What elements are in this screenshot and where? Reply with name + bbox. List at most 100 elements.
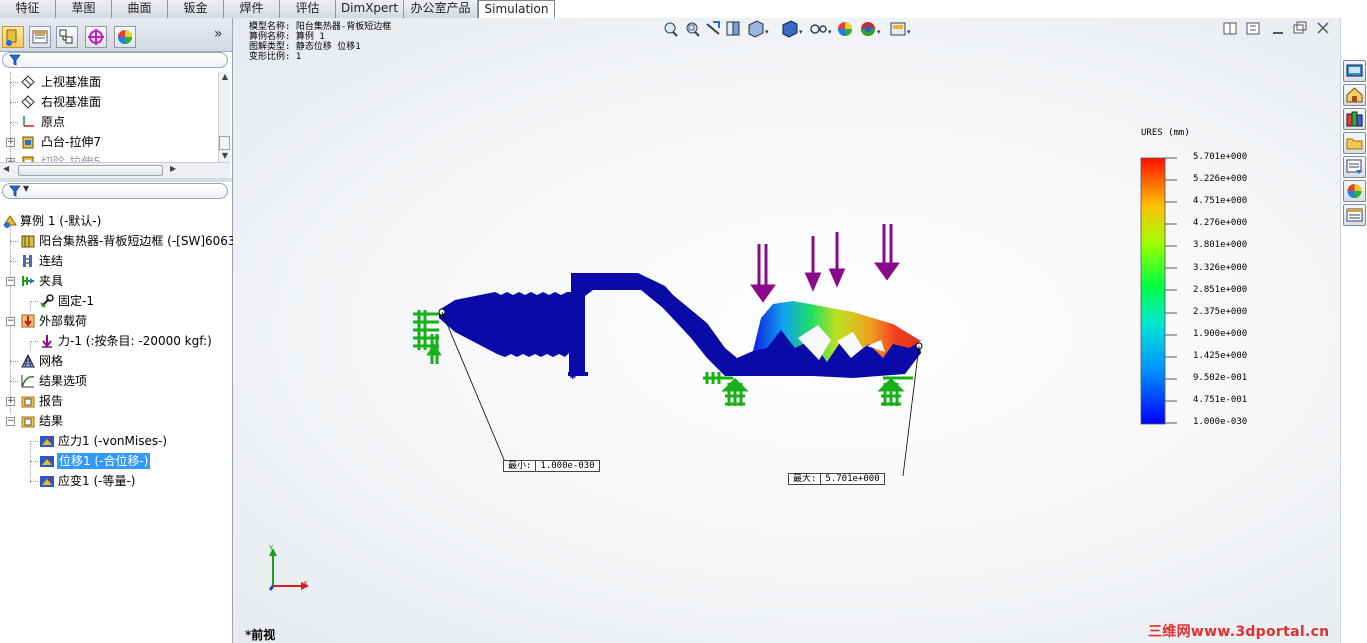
legend-title: URES (mm) [1141,128,1190,138]
tree-item-part[interactable]: 阳台集热器-背板短边框 (-[SW]6063 [0,231,236,251]
tree-item-strain-1[interactable]: ε 应变1 (-等量-) [0,471,232,491]
appearances-icon [1347,184,1362,198]
fixtures-bottom [703,372,913,406]
pane-toolbar: » [0,18,232,52]
dimxpert-manager-tab-button[interactable] [85,26,107,48]
part-icon [21,235,35,248]
watermark-text: 三维网www.3dportal.cn [1148,624,1330,640]
tab-5[interactable]: 评估 [280,0,336,18]
tree-item-results[interactable]: − 结果 [0,411,232,431]
design-library-button[interactable] [1343,84,1366,106]
tree-label: 阳台集热器-背板短边框 (-[SW]6063 [39,234,236,248]
tree-label: 原点 [41,115,66,129]
min-value: 1.000e-030 [540,461,595,471]
max-value: 5.701e+000 [825,474,880,484]
boss-extrude-icon [20,134,36,150]
tree-filter-bar-bottom[interactable]: ▼ [2,183,228,199]
display-manager-tab-button[interactable] [114,26,136,48]
tree-vertical-scrollbar[interactable]: ▲ ▼ [218,72,230,162]
legend-value: 5.226e+000 [1193,174,1248,185]
legend-ticks [1165,157,1177,424]
tree-top-item[interactable]: 右视基准面 [0,92,218,112]
tree-item-stress-1[interactable]: σ 应力1 (-vonMises-) [0,431,232,451]
collapse-toggle-icon[interactable]: − [6,277,15,286]
tab-2[interactable]: 曲面 [112,0,168,18]
expand-pane-chevron-icon[interactable]: » [214,26,223,42]
results-folder-icon [21,416,35,428]
configuration-manager-tab-button[interactable] [56,26,78,48]
tree-label: 算例 1 (-默认-) [20,214,102,228]
graphics-viewport[interactable]: 模型名称: 阳台集热器-背板短边框 算例名称: 算例 1 图解类型: 静态位移 … [233,18,1340,643]
legend-value: 3.801e+000 [1193,240,1248,251]
tab-7[interactable]: 办公室产品 [404,0,478,18]
tree-horizontal-scrollbar[interactable]: ◀ ▶ [0,162,230,178]
load-arrows [750,224,900,303]
svg-text:u: u [48,455,52,463]
property-manager-icon [32,30,48,44]
plane-icon [20,94,36,110]
max-label: 最大: [789,474,822,484]
custom-properties-button[interactable] [1343,204,1366,226]
min-label: 最小: [504,461,537,471]
pane-splitter[interactable] [0,178,232,182]
legend-value: 4.276e+000 [1193,218,1248,229]
tree-top-item[interactable]: + 凸台-拉伸7 [0,132,218,152]
tab-6[interactable]: DimXpert [336,0,404,18]
tree-item-report[interactable]: + 报告 [0,391,232,411]
tree-item-fixture-1[interactable]: 固定-1 [0,291,232,311]
min-value-tag[interactable]: 最小: 1.000e-030 [503,460,600,472]
tree-label: 夹具 [39,274,64,288]
view-palette-button[interactable] [1343,156,1366,178]
tree-top-item[interactable]: 原点 [0,112,218,132]
tab-8[interactable]: Simulation [478,0,555,19]
tab-3[interactable]: 钣金 [168,0,224,18]
configuration-icon [59,29,73,44]
fea-plot-canvas: ✱ [268,157,1177,591]
tab-4[interactable]: 焊件 [224,0,280,18]
appearances-button[interactable] [1343,180,1366,202]
external-loads-icon [21,314,35,328]
library-icon [1346,111,1363,127]
tree-item-mesh[interactable]: 网格 [0,351,232,371]
sw-resources-button[interactable] [1343,60,1366,82]
tree-item-study[interactable]: 算例 1 (-默认-) [0,211,232,231]
collapse-toggle-icon[interactable]: − [6,417,15,426]
tree-label: 上视基准面 [41,75,102,89]
custom-properties-icon [1346,208,1363,222]
file-explorer-button[interactable] [1343,108,1366,130]
tree-item-fixtures[interactable]: − 夹具 [0,271,232,291]
tree-label: 结果 [39,414,64,428]
max-value-tag[interactable]: 最大: 5.701e+000 [788,473,885,485]
tree-item-force-1[interactable]: 力-1 (:按条目: -20000 kgf:) [0,331,232,351]
legend-color-bar [1140,157,1166,425]
fixtures-icon [22,276,34,286]
svg-text:ε: ε [48,475,52,483]
feature-tree-icon [6,29,17,46]
legend-value: 5.701e+000 [1193,152,1248,162]
feature-manager-tab-button[interactable] [2,26,24,48]
legend-value: 9.502e-001 [1193,373,1248,383]
part-left-section [439,292,571,357]
tab-1[interactable]: 草图 [56,0,112,18]
expand-toggle-icon[interactable]: + [6,397,15,406]
tree-item-displacement-1[interactable]: u 位移1 (-合位移-) [0,451,232,471]
appearance-icon [118,30,132,44]
tree-top-item[interactable]: + 切除-拉伸5 [0,152,218,162]
property-manager-tab-button[interactable] [29,26,51,48]
tree-filter-bar-top[interactable] [2,52,228,68]
tree-top-item[interactable]: 上视基准面 [0,72,218,92]
tree-label: 凸台-拉伸7 [41,135,101,149]
tree-item-external-loads[interactable]: − 外部载荷 [0,311,232,331]
command-manager-tabs: 特征 草图 曲面 钣金 焊件 评估 DimXpert 办公室产品 Simulation [0,0,555,19]
legend-value: 3.326e+000 [1193,262,1248,273]
tree-item-result-options[interactable]: 结果选项 [0,371,232,391]
filter-dropdown-icon[interactable]: ▼ [23,184,29,193]
tab-0[interactable]: 特征 [0,0,56,18]
legend-value: 1.000e-030 [1193,417,1248,428]
home-icon [1346,87,1363,103]
tree-item-connections[interactable]: 连结 [0,251,232,271]
collapse-toggle-icon[interactable]: − [6,317,15,326]
dimxpert-icon [88,29,104,45]
folder-button[interactable] [1343,132,1366,154]
study-icon [3,215,17,228]
